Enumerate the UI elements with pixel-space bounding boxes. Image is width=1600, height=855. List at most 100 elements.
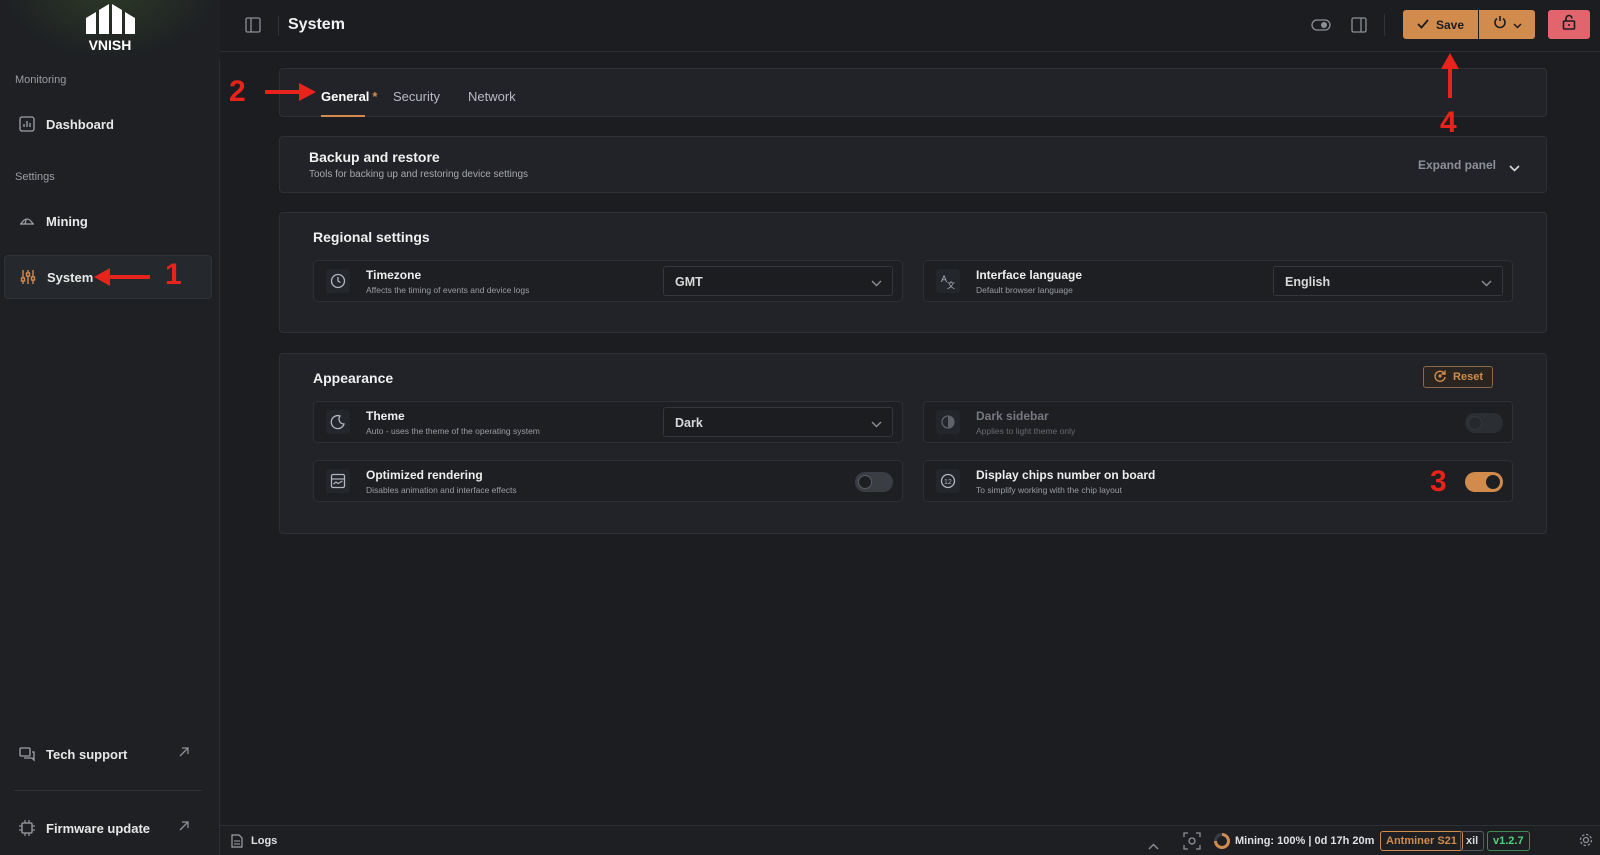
chevron-up-icon[interactable]	[1148, 837, 1159, 855]
file-icon	[231, 834, 243, 853]
optimized-rendering-name: Optimized rendering	[366, 468, 483, 482]
dark-sidebar-toggle	[1465, 413, 1503, 433]
annotation-arrow-4	[1441, 53, 1459, 98]
half-circle-icon	[936, 410, 960, 434]
sidebar: VNISH Monitoring Dashboard Settings Mini…	[0, 0, 220, 855]
sidebar-item-dashboard[interactable]: Dashboard	[4, 102, 212, 146]
unlock-icon	[1562, 14, 1576, 35]
appearance-title: Appearance	[313, 370, 394, 386]
optimized-rendering-toggle[interactable]	[855, 472, 893, 492]
tabs-card: General * Security Network	[279, 68, 1547, 117]
chevron-down-icon	[1512, 16, 1522, 34]
chip-icon	[18, 819, 36, 837]
svg-text:12: 12	[944, 479, 952, 486]
variant-badge: xil	[1460, 831, 1485, 851]
mining-spinner-icon	[1213, 832, 1231, 855]
power-menu-button[interactable]	[1479, 10, 1535, 39]
chevron-down-icon	[871, 417, 882, 431]
model-badge: Antminer S21	[1380, 831, 1463, 851]
sidebar-item-label: Tech support	[46, 746, 128, 762]
backup-subtitle: Tools for backing up and restoring devic…	[309, 169, 529, 180]
sidebar-item-firmware-update[interactable]: Firmware update	[4, 806, 212, 850]
logo-text: VNISH	[89, 37, 132, 53]
theme-name: Theme	[366, 409, 405, 423]
chat-icon	[18, 745, 36, 763]
moon-icon	[326, 410, 350, 434]
mining-status: Mining: 100% | 0d 17h 20m	[1235, 835, 1375, 847]
optimized-rendering-desc: Disables animation and interface effects	[366, 485, 517, 495]
page-title: System	[288, 16, 345, 33]
theme-desc: Auto - uses the theme of the operating s…	[366, 426, 540, 436]
regional-settings-title: Regional settings	[313, 229, 430, 245]
appearance-card: Appearance Reset Theme Auto - uses the t…	[279, 353, 1547, 534]
interface-language-setting: A文 Interface language Default browser la…	[923, 260, 1513, 302]
annotation-arrow-1	[94, 268, 150, 286]
timezone-setting: Timezone Affects the timing of events an…	[313, 260, 903, 302]
expand-panel-label[interactable]: Expand panel	[1418, 158, 1496, 172]
chart-icon	[18, 115, 36, 133]
save-button-label: Save	[1435, 17, 1465, 32]
reset-button[interactable]: Reset	[1423, 366, 1493, 388]
timezone-select[interactable]: GMT	[663, 266, 893, 296]
dark-sidebar-desc: Applies to light theme only	[976, 426, 1076, 436]
sidebar-item-tech-support[interactable]: Tech support	[4, 732, 212, 776]
modified-indicator: *	[372, 89, 378, 104]
version-badge: v1.2.7	[1487, 831, 1530, 851]
sidebar-item-label: Mining	[46, 213, 88, 229]
active-tab-underline	[321, 115, 365, 117]
tab-network[interactable]: Network	[468, 89, 516, 104]
timezone-value: GMT	[675, 275, 703, 289]
save-button[interactable]: Save	[1403, 10, 1478, 39]
chips-number-toggle[interactable]	[1465, 472, 1503, 492]
clock-icon	[326, 269, 350, 293]
chips-number-desc: To simplify working with the chip layout	[976, 485, 1122, 495]
sidebar-toggle-icon[interactable]	[242, 14, 264, 36]
chips-number-name: Display chips number on board	[976, 468, 1156, 482]
timezone-desc: Affects the timing of events and device …	[366, 285, 530, 295]
lock-button[interactable]	[1548, 10, 1590, 39]
theme-setting: Theme Auto - uses the theme of the opera…	[313, 401, 903, 443]
theme-value: Dark	[675, 416, 703, 430]
sidebar-item-mining[interactable]: Mining	[4, 199, 212, 243]
vnish-logo-icon: VNISH	[86, 4, 135, 53]
chip-number-icon: 12	[936, 469, 960, 493]
toolbar-divider	[1384, 14, 1385, 36]
focus-icon[interactable]	[1183, 832, 1201, 855]
tab-general[interactable]: General *	[321, 89, 377, 104]
logo[interactable]: VNISH	[0, 0, 220, 60]
theme-select[interactable]: Dark	[663, 407, 893, 437]
gear-icon[interactable]	[1578, 832, 1594, 853]
tab-security[interactable]: Security	[393, 89, 440, 104]
annotation-3: 3	[1430, 465, 1447, 498]
language-value: English	[1285, 275, 1331, 289]
sidebar-item-label: Firmware update	[46, 820, 151, 836]
reset-icon	[1433, 369, 1447, 386]
mining-icon	[18, 212, 36, 230]
backup-card[interactable]: Backup and restore Tools for backing up …	[279, 136, 1547, 193]
panel-toggle-icon[interactable]	[1348, 14, 1370, 36]
theme-toggle-icon[interactable]	[1310, 14, 1332, 36]
backup-title: Backup and restore	[309, 149, 440, 165]
external-link-icon	[178, 820, 190, 835]
annotation-1: 1	[165, 258, 182, 291]
timezone-name: Timezone	[366, 268, 422, 282]
translate-icon: A文	[936, 269, 960, 293]
title-divider	[278, 16, 279, 36]
sliders-icon	[19, 268, 37, 286]
annotation-arrow-2	[265, 83, 316, 101]
language-desc: Default browser language	[976, 285, 1073, 295]
sidebar-item-label: System	[47, 269, 94, 285]
logs-toggle[interactable]: Logs	[251, 835, 277, 847]
chips-number-setting: 12 Display chips number on board To simp…	[923, 460, 1513, 502]
regional-settings-card: Regional settings Timezone Affects the t…	[279, 212, 1547, 333]
section-label-settings: Settings	[15, 171, 55, 183]
reset-label: Reset	[1453, 371, 1483, 383]
annotation-4: 4	[1440, 106, 1457, 139]
rendering-icon	[326, 469, 350, 493]
dark-sidebar-name: Dark sidebar	[976, 409, 1049, 423]
annotation-2: 2	[229, 75, 246, 108]
chevron-down-icon[interactable]	[1509, 159, 1520, 177]
language-select[interactable]: English	[1273, 266, 1503, 296]
sidebar-item-label: Dashboard	[46, 116, 114, 132]
tab-label: General	[321, 89, 370, 104]
